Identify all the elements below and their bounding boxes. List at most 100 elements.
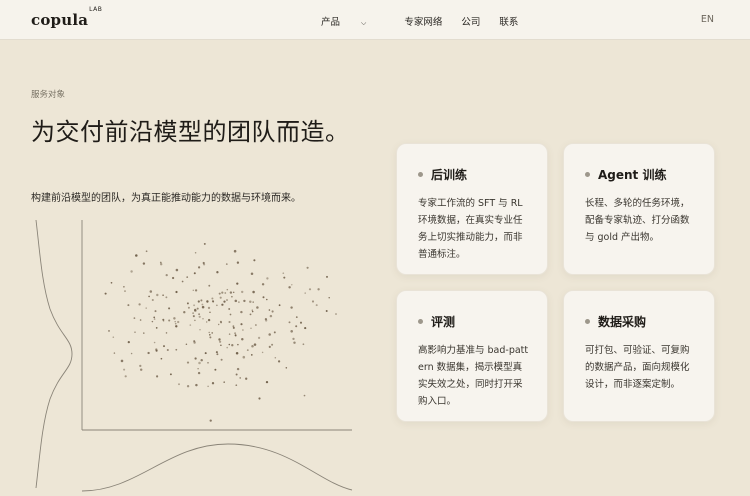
scatter-point (228, 333, 231, 335)
scatter-point (325, 310, 328, 312)
scatter-point (328, 297, 330, 299)
scatter-point (211, 297, 214, 300)
scatter-point (166, 348, 169, 352)
scatter-point (258, 397, 261, 400)
scatter-point (304, 292, 306, 294)
scatter-point (274, 357, 277, 359)
scatter-point (277, 360, 281, 363)
scatter-point (250, 354, 253, 356)
scatter-point (216, 353, 219, 356)
scatter-point (193, 304, 196, 307)
scatter-point (168, 307, 171, 310)
nav-item-products-label: 产品 (321, 17, 341, 28)
scatter-point (235, 351, 239, 355)
logo[interactable]: copulaLAB (31, 6, 102, 29)
scatter-point (206, 300, 209, 303)
scatter-point (253, 343, 257, 346)
scatter-point (214, 368, 217, 371)
scatter-point (211, 332, 214, 334)
scatter-point (112, 336, 115, 338)
scatter-point (207, 318, 211, 322)
scatter-point (223, 300, 226, 303)
nav-menu: 产品 ⌵ 专家网络 公司 联系 (321, 14, 537, 28)
scatter-point (142, 262, 146, 265)
nav-item-products[interactable]: 产品 ⌵ (321, 14, 385, 28)
card-post-training[interactable]: 后训练 专家工作流的 SFT 与 RL 环境数据，在真实专业任务上切实推动能力，… (396, 143, 548, 275)
scatter-point (209, 311, 211, 314)
scatter-point (226, 299, 228, 301)
card-evaluation[interactable]: 评测 高影响力基准与 bad-pattern 数据集，揭示模型真实失效之处，同时… (396, 290, 548, 422)
scatter-point (249, 300, 252, 303)
nav-item-company[interactable]: 公司 (461, 14, 480, 28)
scatter-point (155, 349, 158, 352)
nav-item-expert-network[interactable]: 专家网络 (404, 14, 442, 28)
scatter-point (271, 310, 274, 313)
scatter-point (194, 319, 196, 322)
scatter-point (143, 332, 145, 334)
scatter-points (104, 242, 337, 422)
scatter-point (221, 291, 224, 294)
scatter-point (194, 309, 197, 312)
scatter-point (175, 348, 178, 351)
scatter-point (113, 352, 116, 354)
scatter-point (187, 306, 190, 309)
scatter-point (242, 329, 244, 331)
scatter-point (186, 276, 189, 278)
scatter-point (159, 261, 162, 264)
card-data-procurement[interactable]: 数据采购 可打包、可验证、可复购的数据产品，面向规模化设计，而非逐案定制。 (563, 290, 715, 422)
scatter-point (194, 289, 198, 292)
scatter-point (186, 361, 190, 364)
scatter-point (181, 280, 184, 283)
scatter-point (203, 242, 206, 245)
scatter-point (302, 343, 305, 346)
scatter-point (153, 341, 156, 344)
scatter-point (147, 351, 150, 355)
logo-text: copula (31, 11, 89, 29)
scatter-point (249, 313, 252, 316)
scatter-point (253, 259, 256, 262)
scatter-point (193, 315, 195, 318)
scatter-point (196, 307, 199, 310)
scatter-point (216, 271, 219, 274)
bullet-dot-icon (418, 319, 423, 324)
scatter-point (288, 321, 291, 324)
scatter-point (236, 282, 239, 285)
scatter-point (195, 383, 198, 387)
scatter-point (160, 357, 163, 360)
section-eyebrow: 服务对象 (31, 90, 66, 100)
scatter-point (251, 345, 254, 348)
scatter-point (168, 319, 171, 322)
scatter-point (268, 333, 271, 336)
scatter-point (262, 296, 265, 299)
scatter-point (200, 358, 203, 362)
scatter-point (238, 301, 240, 303)
card-agent-training[interactable]: Agent 训练 长程、多轮的任务环境，配备专家轨迹、打分函数与 gold 产出… (563, 143, 715, 275)
scatter-point (208, 284, 211, 287)
language-switch[interactable]: EN (701, 14, 714, 25)
nav-item-contact[interactable]: 联系 (499, 14, 518, 28)
card-body: 高影响力基准与 bad-pattern 数据集，揭示模型真实失效之处，同时打开采… (418, 345, 529, 407)
scatter-point (269, 314, 273, 318)
scatter-point (148, 295, 150, 298)
scatter-point (229, 291, 233, 294)
scatter-point (266, 277, 269, 280)
scatter-point (288, 286, 291, 289)
scatter-point (232, 325, 235, 328)
scatter-point (265, 319, 268, 322)
scatter-point (163, 345, 165, 348)
scatter-point (293, 341, 296, 344)
scatter-point (207, 362, 209, 364)
scatter-point (160, 263, 163, 266)
scatter-point (240, 310, 243, 314)
scatter-point (303, 394, 306, 397)
scatter-point (250, 272, 254, 276)
scatter-point (208, 331, 210, 334)
chevron-down-icon: ⌵ (361, 19, 367, 27)
scatter-point (317, 288, 320, 291)
card-header: 后训练 (418, 166, 531, 183)
card-body: 专家工作流的 SFT 与 RL 环境数据，在真实专业任务上切实推动能力，而非普通… (418, 198, 523, 260)
scatter-point (234, 332, 237, 335)
scatter-point (186, 385, 190, 388)
scatter-point (139, 364, 142, 368)
card-body: 可打包、可验证、可复购的数据产品，面向规模化设计，而非逐案定制。 (585, 345, 690, 390)
